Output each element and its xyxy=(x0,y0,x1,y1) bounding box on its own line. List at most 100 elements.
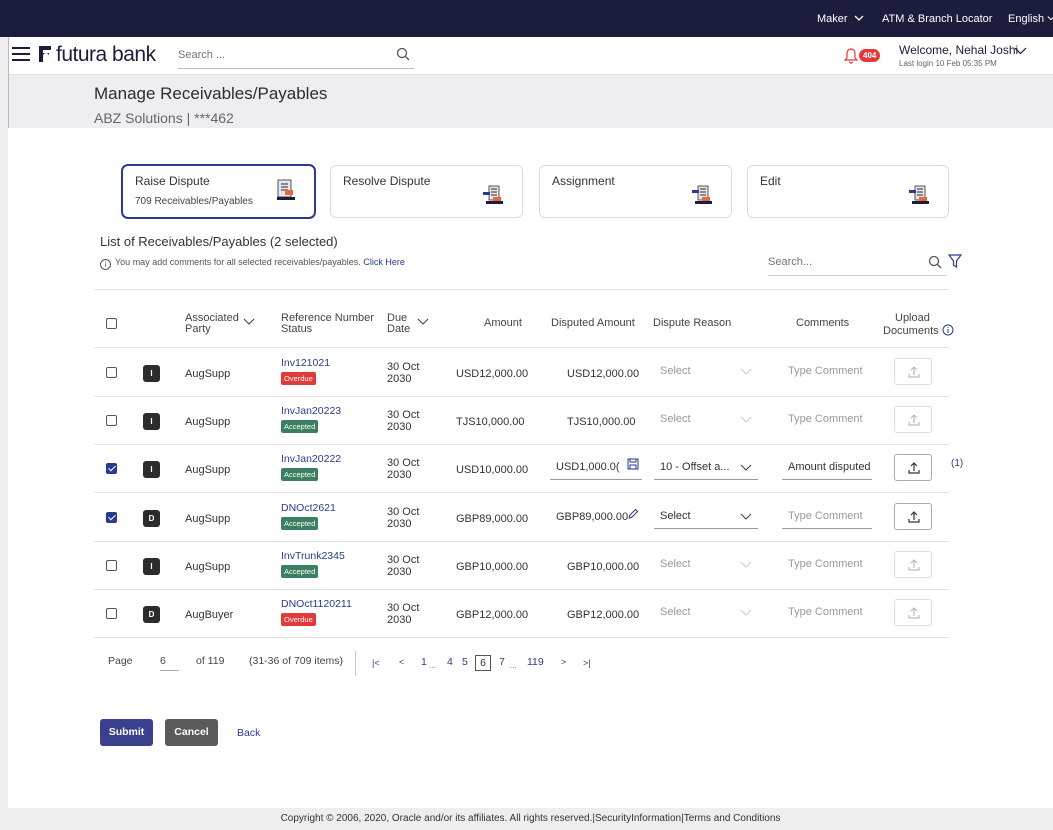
list-search-input[interactable] xyxy=(768,250,908,274)
page-link-7[interactable]: 7 xyxy=(499,656,505,668)
row-checkbox[interactable] xyxy=(106,367,117,378)
page-range-label: (31-36 of 709 items) xyxy=(249,655,343,667)
page-link-current[interactable]: 6 xyxy=(475,655,491,671)
header-associated-party[interactable]: Associated Party xyxy=(185,313,239,335)
hint-text: i You may add comments for all selected r… xyxy=(100,257,405,270)
upload-icon xyxy=(908,462,920,474)
status-badge: Accepted xyxy=(281,420,319,433)
row-checkbox[interactable] xyxy=(106,560,117,571)
submit-button[interactable]: Submit xyxy=(100,719,153,746)
next-page-button[interactable]: > xyxy=(561,657,566,667)
party-name: AugBuyer xyxy=(185,609,234,621)
party-avatar: D xyxy=(143,606,160,623)
brand-logo[interactable]: futura bank xyxy=(36,43,156,67)
chevron-down-icon[interactable] xyxy=(1014,47,1027,55)
amount-value: USD10,000.00 xyxy=(456,464,529,476)
comment-input: Type Comment xyxy=(782,362,872,384)
global-search-input[interactable] xyxy=(178,45,378,65)
amount-value: GBP12,000.00 xyxy=(456,609,529,621)
pager-divider xyxy=(355,651,356,676)
row-checkbox[interactable] xyxy=(106,512,117,523)
dispute-reason-select[interactable]: Select xyxy=(654,507,758,529)
amount-value: GBP10,000.00 xyxy=(456,561,529,573)
click-here-link[interactable]: Click Here xyxy=(363,257,405,267)
last-page-button[interactable]: >| xyxy=(583,658,591,668)
row-divider xyxy=(94,637,949,638)
reference-link[interactable]: InvJan20223 xyxy=(281,405,341,417)
page-link-5[interactable]: 5 xyxy=(462,656,468,668)
futura-logo-icon xyxy=(39,46,51,62)
party-name: AugSupp xyxy=(185,464,231,476)
search-icon[interactable] xyxy=(396,47,410,61)
upload-icon xyxy=(908,366,920,378)
prev-page-button[interactable]: < xyxy=(399,657,404,667)
header-amount: Amount xyxy=(484,317,522,329)
cancel-button[interactable]: Cancel xyxy=(165,719,218,746)
filter-icon[interactable] xyxy=(948,254,962,269)
row-checkbox[interactable] xyxy=(106,608,117,619)
upload-icon xyxy=(908,607,920,619)
chevron-down-icon[interactable] xyxy=(417,318,429,325)
comment-input[interactable]: Amount disputed xyxy=(782,458,872,480)
back-link[interactable]: Back xyxy=(237,727,260,739)
reference-link[interactable]: Inv121021 xyxy=(281,357,330,369)
table-header-line xyxy=(94,347,949,348)
chevron-down-icon[interactable] xyxy=(243,318,255,325)
comment-value: Amount disputed xyxy=(788,461,871,473)
page-link-4[interactable]: 4 xyxy=(447,656,453,668)
chevron-down-icon xyxy=(854,15,864,21)
atm-branch-locator-link[interactable]: ATM & Branch Locator xyxy=(882,13,992,25)
page-ellipsis: ... xyxy=(510,661,517,670)
hamburger-menu-icon[interactable] xyxy=(12,47,30,63)
page-input[interactable]: 6 xyxy=(160,655,179,671)
top-bar: Maker ATM & Branch Locator English xyxy=(0,0,1053,37)
card-assignment[interactable]: Assignment xyxy=(539,165,732,218)
comment-value: Type Comment xyxy=(788,365,863,377)
info-icon[interactable] xyxy=(942,324,954,336)
reference-link[interactable]: InvTrunk2345 xyxy=(281,550,345,562)
reference-link[interactable]: InvJan20222 xyxy=(281,453,341,465)
comment-input[interactable]: Type Comment xyxy=(782,507,872,529)
page-link-119[interactable]: 119 xyxy=(527,656,544,668)
party-name: AugSupp xyxy=(185,561,231,573)
page-link-1[interactable]: 1 xyxy=(421,656,427,668)
upload-button xyxy=(894,406,932,433)
dispute-reason-select: Select xyxy=(654,555,758,577)
disputed-amount-value: USD12,000.00 xyxy=(567,368,640,380)
row-checkbox[interactable] xyxy=(106,463,117,474)
bell-icon[interactable] xyxy=(844,48,858,64)
amount-value: TJS10,000.00 xyxy=(456,416,525,428)
first-page-button[interactable]: |< xyxy=(372,658,380,668)
card-edit[interactable]: Edit xyxy=(747,165,949,218)
upload-icon xyxy=(908,414,920,426)
welcome-text[interactable]: Welcome, Nehal Joshi xyxy=(899,43,1018,57)
upload-button[interactable] xyxy=(894,454,932,481)
header-due-date[interactable]: Due Date xyxy=(387,313,410,335)
role-switcher[interactable]: Maker xyxy=(817,13,864,25)
card-raise-dispute[interactable]: Raise Dispute 709 Receivables/Payables xyxy=(122,165,315,218)
save-icon[interactable] xyxy=(627,458,639,470)
amount-value: GBP89,000.00 xyxy=(456,513,529,525)
search-icon[interactable] xyxy=(928,255,942,269)
notification-badge[interactable]: 404 xyxy=(859,49,881,62)
comment-value: Type Comment xyxy=(788,558,863,570)
comment-input: Type Comment xyxy=(782,410,872,432)
row-checkbox[interactable] xyxy=(106,415,117,426)
pencil-edit-icon[interactable] xyxy=(627,508,639,520)
footer-text[interactable]: Copyright © 2006, 2020, Oracle and/or it… xyxy=(281,813,781,824)
dispute-reason-select[interactable]: 10 - Offset a... xyxy=(654,458,758,480)
reference-link[interactable]: DNOct1120211 xyxy=(281,598,352,610)
brand-name: futura bank xyxy=(56,43,156,66)
reference-link[interactable]: DNOct2621 xyxy=(281,502,336,514)
select-all-checkbox[interactable] xyxy=(106,318,117,329)
card-title: Assignment xyxy=(552,174,615,188)
chevron-down-icon xyxy=(1047,16,1053,21)
chevron-down-icon xyxy=(740,368,752,375)
upload-button[interactable] xyxy=(894,503,932,530)
language-switcher[interactable]: English xyxy=(1008,13,1053,25)
disputed-amount-value: GBP12,000.00 xyxy=(567,609,640,621)
document-count-link[interactable]: (1) xyxy=(951,458,963,469)
comment-input: Type Comment xyxy=(782,555,872,577)
disputed-amount-value: GBP89,000.00 xyxy=(556,511,629,523)
card-resolve-dispute[interactable]: Resolve Dispute xyxy=(330,165,523,218)
